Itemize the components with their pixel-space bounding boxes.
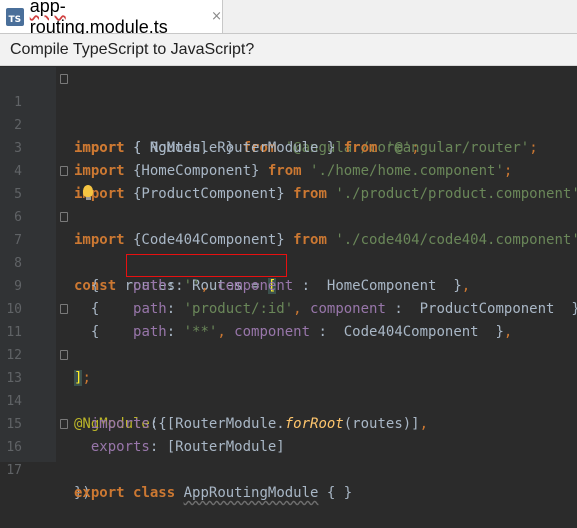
tab-app-routing-module[interactable]: TS app-routing.module.ts × [0,0,223,37]
fold-icon[interactable] [60,304,68,314]
code-line: 5 import {Code404Component} from './code… [0,160,577,248]
code-line: 14 imports: [RouterModule.forRoot(routes… [0,367,577,432]
close-icon[interactable]: × [211,9,222,24]
class-name: AppRoutingModule [183,485,319,501]
code-line: 1 import { NgModule } from '@angular/cor… [0,68,577,156]
fold-icon[interactable] [60,74,68,84]
code-line: 16 }) [0,413,577,501]
fold-icon[interactable] [60,212,68,222]
highlight-box [126,254,287,277]
line-number: 17 [6,463,22,478]
code-line: 7 const routes: Routes = [ [0,206,577,294]
compile-notification-bar[interactable]: Compile TypeScript to JavaScript? [0,34,577,66]
code-line: 15 exports: [RouterModule] [0,390,577,455]
fold-icon[interactable] [60,166,68,176]
editor-tab-bar: TS app-routing.module.ts × [0,0,577,37]
fold-icon[interactable] [60,419,68,429]
code-line: 9 { path: 'product/:id', component : Pro… [0,252,577,317]
code-line: 8 { path: '', component : HomeComponent … [0,229,577,294]
code-line: 13 @NgModule({ [0,344,577,432]
class-body: { } [318,485,353,501]
code-editor[interactable]: 1 import { NgModule } from '@angular/cor… [0,67,577,501]
notification-text: Compile TypeScript to JavaScript? [10,41,255,58]
keyword: class [133,485,176,501]
code-line: 11 ]; [0,298,577,386]
code-line: 4 import {ProductComponent} from './prod… [0,137,577,202]
code-line: 3 import {HomeComponent} from './home/ho… [0,114,577,179]
lightbulb-icon[interactable] [83,185,93,200]
code-line: 12 [0,321,577,363]
keyword: export [74,485,125,501]
code-line: 17 export class AppRoutingModule { } [0,436,577,501]
typescript-file-icon: TS [6,7,24,26]
tab-title: app-routing.module.ts [29,0,168,37]
code-line: 10 { path: '**', component : Code404Comp… [0,275,577,340]
code-line: 2 import { Routes, RouterModule } from '… [0,91,577,156]
fold-icon[interactable] [60,350,68,360]
